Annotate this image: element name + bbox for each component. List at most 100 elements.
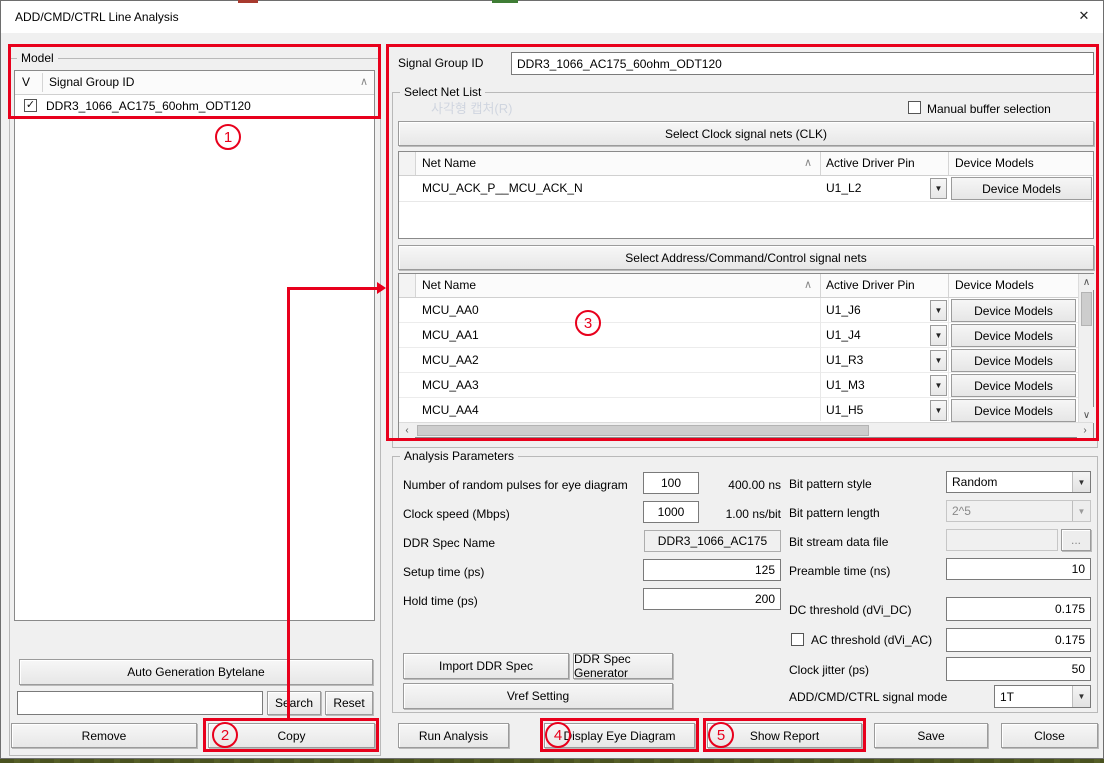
remove-button[interactable]: Remove [11,723,197,748]
select-clock-signal-nets-button[interactable]: Select Clock signal nets (CLK) [398,121,1094,146]
model-col-name: Signal Group ID [49,75,134,89]
copy-button[interactable]: Copy [208,723,375,748]
scroll-down-icon[interactable]: ∨ [1079,407,1094,423]
addr-table-row[interactable]: MCU_AA4 U1_H5 ▼ Device Models [399,398,1078,423]
driver-pin-dropdown-icon[interactable]: ▼ [930,178,947,199]
addr-row-net-name: MCU_AA2 [422,353,479,367]
addr-table-hscrollbar[interactable]: ‹ › [399,422,1093,437]
pulses-label: Number of random pulses for eye diagram [403,478,628,492]
clock-table-header[interactable]: Net Name ∧ Active Driver Pin Device Mode… [399,152,1093,176]
screenshot-root: ADD/CMD/CTRL Line Analysis ✕ Model V Sig… [0,0,1104,763]
model-row-checkbox[interactable]: ✓ [24,99,37,112]
ac-threshold-input[interactable]: 0.175 [946,628,1091,652]
addr-row-driver-pin: U1_R3 [826,353,863,367]
manual-buffer-selection-checkbox[interactable] [908,101,921,114]
addr-col-active-driver-pin: Active Driver Pin [826,278,915,292]
addr-row-net-name: MCU_AA3 [422,378,479,392]
clock-col-net-name: Net Name [422,156,476,170]
background-artifact [238,0,258,3]
device-models-button[interactable]: Device Models [951,349,1076,372]
bit-pattern-style-select[interactable]: Random ▼ [946,471,1091,493]
addr-nets-table: Net Name ∧ Active Driver Pin Device Mode… [398,273,1094,438]
dialog-title: ADD/CMD/CTRL Line Analysis [15,10,179,24]
scroll-right-icon[interactable]: › [1077,423,1093,438]
clock-speed-input[interactable]: 1000 [643,501,699,523]
dc-threshold-input[interactable]: 0.175 [946,597,1091,621]
addr-row-net-name: MCU_AA0 [422,303,479,317]
ddr-spec-generator-button[interactable]: DDR Spec Generator [573,653,673,679]
addr-row-driver-pin: U1_J6 [826,303,861,317]
driver-pin-dropdown-icon[interactable]: ▼ [930,400,947,421]
model-list: V Signal Group ID ∧ ✓ DDR3_1066_AC175_60… [14,70,375,621]
signal-mode-select[interactable]: 1T ▼ [994,685,1091,708]
vscroll-thumb[interactable] [1081,292,1092,326]
import-ddr-spec-button[interactable]: Import DDR Spec [403,653,569,679]
model-row[interactable]: ✓ DDR3_1066_AC175_60ohm_ODT120 [15,95,374,117]
close-icon[interactable]: ✕ [1075,7,1093,25]
setup-time-input[interactable]: 125 [643,559,781,581]
device-models-button[interactable]: Device Models [951,399,1076,422]
addr-table-vscrollbar[interactable]: ∧ ∨ [1078,274,1093,423]
driver-pin-dropdown-icon[interactable]: ▼ [930,350,947,371]
vref-setting-button[interactable]: Vref Setting [403,683,673,709]
preamble-time-label: Preamble time (ns) [789,564,890,578]
addr-table-row[interactable]: MCU_AA1 U1_J4 ▼ Device Models [399,323,1078,348]
addr-row-net-name: MCU_AA4 [422,403,479,417]
addr-table-header[interactable]: Net Name ∧ Active Driver Pin Device Mode… [399,274,1078,298]
clock-row-net-name: MCU_ACK_P__MCU_ACK_N [422,181,583,195]
bit-stream-data-file-input [946,529,1058,551]
signal-mode-value: 1T [1000,690,1014,704]
auto-generation-bytelane-button[interactable]: Auto Generation Bytelane [19,659,373,685]
display-eye-diagram-button[interactable]: Display Eye Diagram [544,723,695,748]
preamble-time-input[interactable]: 10 [946,558,1091,580]
setup-time-label: Setup time (ps) [403,565,484,579]
signal-group-id-label: Signal Group ID [398,56,483,70]
clock-col-device-models: Device Models [955,156,1034,170]
close-button[interactable]: Close [1001,723,1098,748]
addr-table-row[interactable]: MCU_AA3 U1_M3 ▼ Device Models [399,373,1078,398]
clock-table-row[interactable]: MCU_ACK_P__MCU_ACK_N U1_L2 ▼ Device Mode… [399,176,1093,201]
select-addr-cmd-ctrl-nets-button[interactable]: Select Address/Command/Control signal ne… [398,245,1094,270]
pulses-input[interactable]: 100 [643,472,699,494]
model-search-input[interactable] [17,691,263,715]
hscroll-thumb[interactable] [417,425,869,436]
addr-table-row[interactable]: MCU_AA0 U1_J6 ▼ Device Models [399,298,1078,323]
dropdown-arrow-icon[interactable]: ▼ [1072,686,1090,707]
hold-time-input[interactable]: 200 [643,588,781,610]
scroll-up-icon[interactable]: ∧ [1079,274,1094,290]
bit-pattern-length-select: 2^5 ▼ [946,500,1091,522]
title-bar: ADD/CMD/CTRL Line Analysis ✕ [1,1,1103,33]
scroll-left-icon[interactable]: ‹ [399,423,415,438]
clock-jitter-input[interactable]: 50 [946,657,1091,681]
sort-caret-icon: ∧ [804,156,812,169]
driver-pin-dropdown-icon[interactable]: ▼ [930,375,947,396]
ac-threshold-checkbox[interactable] [791,633,804,646]
addr-col-net-name: Net Name [422,278,476,292]
search-button[interactable]: Search [267,691,321,715]
device-models-button[interactable]: Device Models [951,324,1076,347]
save-button[interactable]: Save [874,723,988,748]
device-models-button[interactable]: Device Models [951,177,1092,200]
model-row-name: DDR3_1066_AC175_60ohm_ODT120 [46,99,251,113]
pulses-duration-text: 400.00 ns [705,478,781,492]
clock-col-active-driver-pin: Active Driver Pin [826,156,915,170]
device-models-button[interactable]: Device Models [951,374,1076,397]
addr-row-net-name: MCU_AA1 [422,328,479,342]
dropdown-arrow-icon[interactable]: ▼ [1072,472,1090,492]
sort-caret-icon: ∧ [360,75,368,88]
bit-pattern-length-label: Bit pattern length [789,506,880,520]
reset-button[interactable]: Reset [325,691,373,715]
addr-table-row[interactable]: MCU_AA2 U1_R3 ▼ Device Models [399,348,1078,373]
model-list-header[interactable]: V Signal Group ID ∧ [15,71,374,95]
signal-group-id-input[interactable]: DDR3_1066_AC175_60ohm_ODT120 [511,52,1094,75]
show-report-button[interactable]: Show Report [707,723,862,748]
device-models-button[interactable]: Device Models [951,299,1076,322]
bit-pattern-style-value: Random [952,475,997,489]
clock-period-text: 1.00 ns/bit [705,507,781,521]
ac-threshold-label: AC threshold (dVi_AC) [811,633,932,647]
run-analysis-button[interactable]: Run Analysis [398,723,509,748]
ddr-spec-name-label: DDR Spec Name [403,536,495,550]
bit-pattern-length-value: 2^5 [952,504,971,518]
driver-pin-dropdown-icon[interactable]: ▼ [930,325,947,346]
driver-pin-dropdown-icon[interactable]: ▼ [930,300,947,321]
